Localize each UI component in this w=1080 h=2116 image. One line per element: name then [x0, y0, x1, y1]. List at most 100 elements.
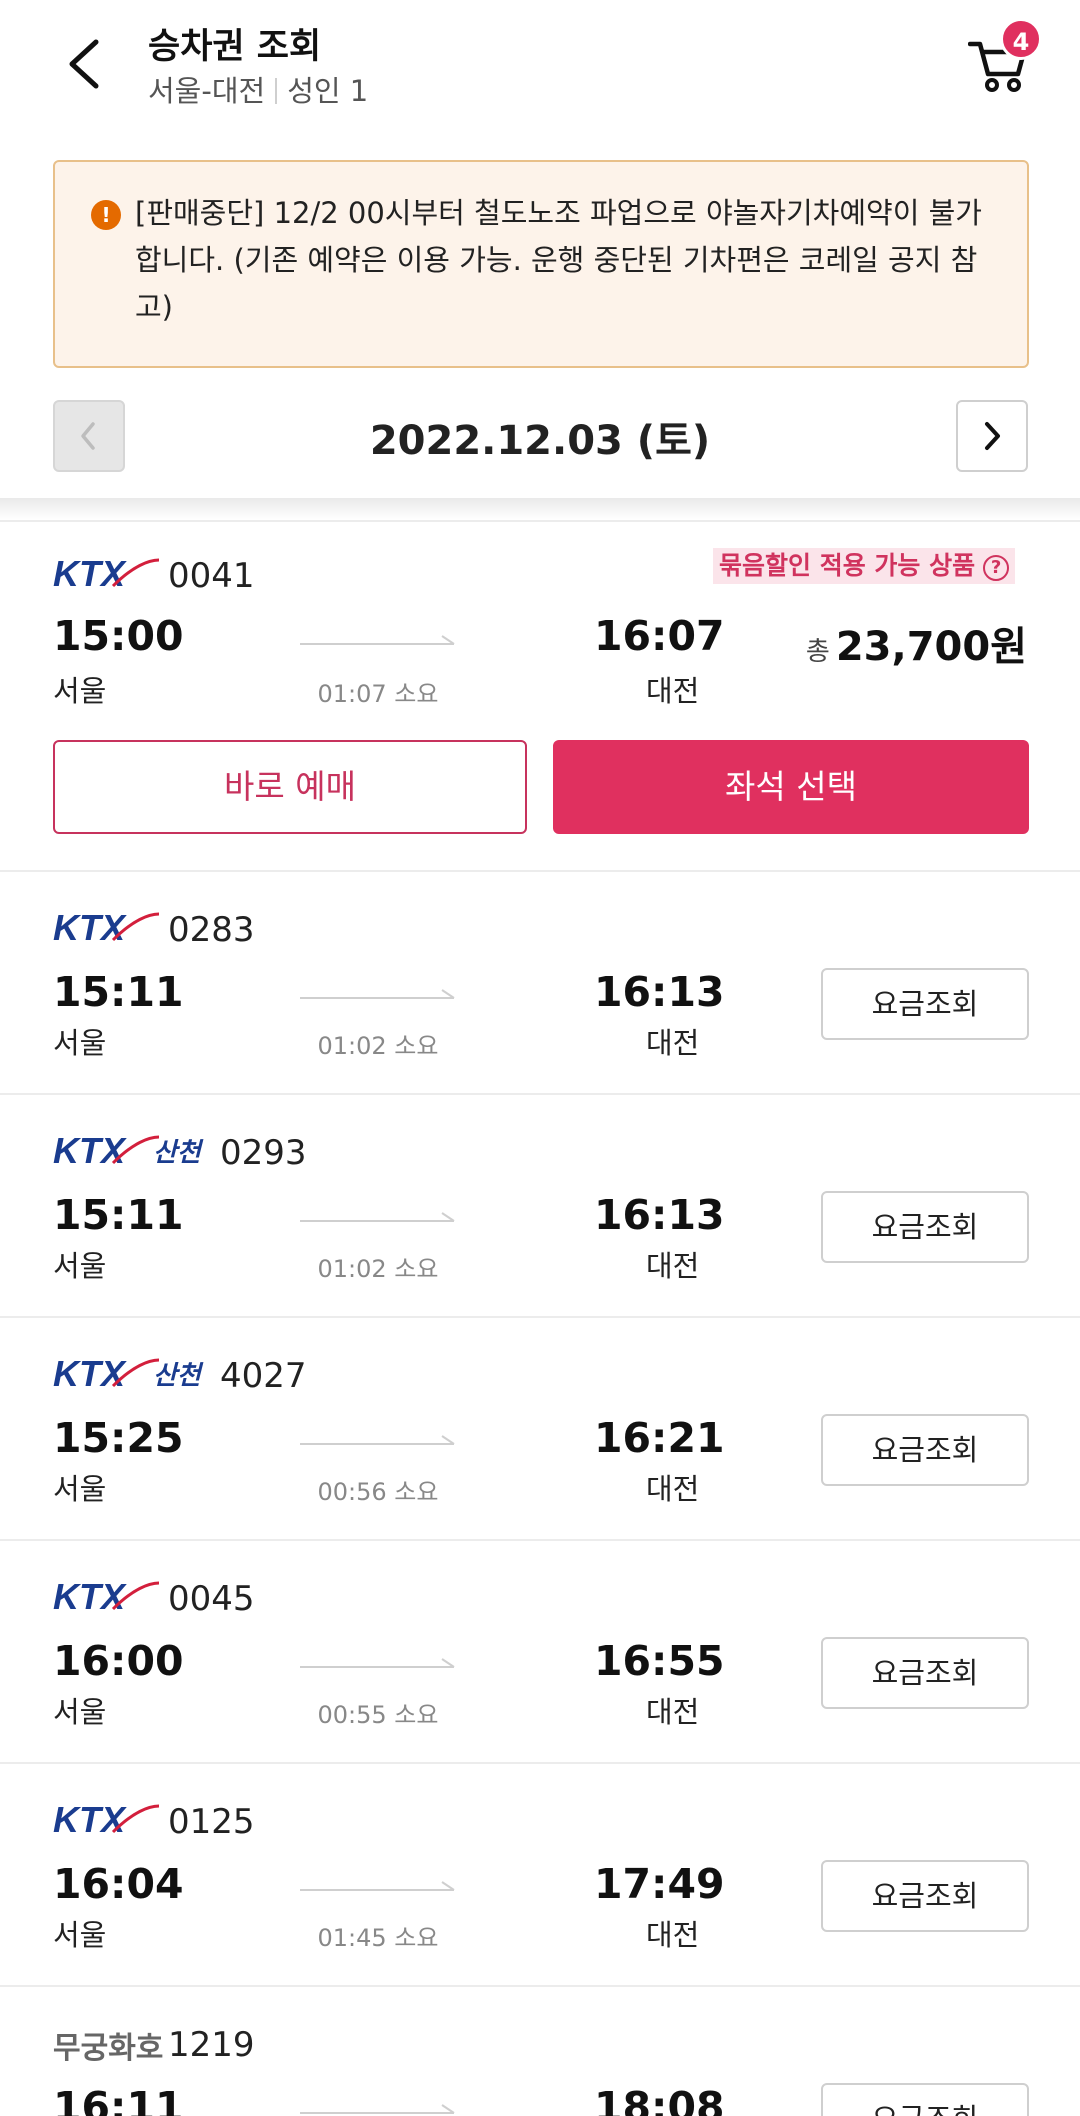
chevron-left-icon [69, 39, 99, 89]
logo-art: KTX [53, 1130, 127, 1171]
ktx-logo-icon: KTX [53, 1576, 160, 1617]
train-row[interactable]: KTX 0283 15:11 서울 01:02 소요 16:13 대전 요금조회 [0, 870, 1080, 1093]
train-row[interactable]: KTX 산천 0293 15:11 서울 01:02 소요 16:13 대전 요… [0, 1093, 1080, 1316]
select-seat-button[interactable]: 좌석 선택 [553, 740, 1029, 834]
fare-inquiry-button[interactable]: 요금조회 [821, 1191, 1029, 1263]
divider [0, 498, 1080, 520]
arrival-time: 18:08 [594, 2083, 725, 2116]
train-number: 0125 [168, 1802, 255, 1842]
logo-art: KTX [53, 1799, 127, 1840]
arrival-station: 대전 [646, 1918, 700, 1952]
ktx-logo-icon: KTX [53, 907, 160, 948]
logo-art: 산천 [153, 1138, 204, 1168]
discount-label: 묶음할인 적용 가능 상품 [719, 551, 976, 580]
ktx-logo: KTX [53, 906, 163, 948]
info-icon: ! [91, 200, 121, 230]
departure-station: 서울 [53, 1249, 107, 1283]
fare-inquiry-button[interactable]: 요금조회 [821, 2083, 1029, 2116]
fare-inquiry-button[interactable]: 요금조회 [821, 1414, 1029, 1486]
arrow-right-icon [300, 1435, 455, 1445]
divider [275, 78, 278, 104]
back-button[interactable] [58, 34, 114, 94]
arrow-right-icon [300, 2104, 455, 2114]
ktx-logo: KTX [53, 1575, 163, 1617]
train-row[interactable]: KTX 0045 16:00 서울 00:55 소요 16:55 대전 요금조회 [0, 1539, 1080, 1762]
train-number: 0041 [168, 556, 255, 596]
price-prefix: 총 [805, 637, 830, 667]
ktx-sancheon-logo: KTX 산천 [53, 1129, 213, 1171]
top-bar: 승차권 조회 서울-대전 성인 1 4 [0, 0, 1080, 140]
departure-time: 16:11 [53, 2083, 184, 2116]
fare-inquiry-button[interactable]: 요금조회 [821, 1860, 1029, 1932]
arrival-station: 대전 [646, 674, 700, 708]
ktx-logo-icon: KTX [53, 1799, 160, 1840]
chevron-right-icon [985, 422, 1000, 450]
arrow-right-icon [300, 1658, 455, 1668]
arrival-time: 17:49 [594, 1860, 725, 1908]
arrival-time: 16:13 [594, 1191, 725, 1239]
train-row[interactable]: 무궁화호 1219 16:11 18:08 요금조회 [0, 1985, 1080, 2116]
sales-suspension-notice: ! [판매중단] 12/2 00시부터 철도노조 파업으로 야놀자기차예약이 불… [53, 160, 1029, 368]
travel-duration: 00:55 소요 [317, 1701, 439, 1729]
logo-art: KTX [53, 553, 127, 594]
arrow-right-icon [300, 989, 455, 999]
travel-duration: 01:07 소요 [317, 680, 439, 708]
arrow-right-icon [300, 1881, 455, 1891]
arrival-station: 대전 [646, 1695, 700, 1729]
arrow-right-icon [300, 1212, 455, 1222]
train-number: 0293 [220, 1133, 307, 1173]
arrival-time: 16:21 [594, 1414, 725, 1462]
arrival-time: 16:07 [594, 612, 725, 660]
bundle-discount-badge[interactable]: 묶음할인 적용 가능 상품? [713, 548, 1016, 584]
total-price: 총 23,700원 [806, 614, 1027, 672]
train-number: 0283 [168, 910, 255, 950]
ktx-logo: KTX [53, 1798, 163, 1840]
logo-art: KTX [53, 907, 127, 948]
fare-inquiry-button[interactable]: 요금조회 [821, 1637, 1029, 1709]
ktx-logo-icon: KTX [53, 553, 160, 594]
travel-duration: 01:02 소요 [317, 1032, 439, 1060]
departure-time: 16:00 [53, 1637, 184, 1685]
arrow-right-icon [300, 635, 455, 645]
travel-duration: 01:02 소요 [317, 1255, 439, 1283]
page-title: 승차권 조회 [148, 27, 322, 67]
book-now-button[interactable]: 바로 예매 [53, 740, 527, 834]
help-icon[interactable]: ? [983, 555, 1010, 581]
ktx-sancheon-logo: KTX 산천 [53, 1352, 213, 1394]
train-row[interactable]: KTX 0125 16:04 서울 01:45 소요 17:49 대전 요금조회 [0, 1762, 1080, 1985]
arrival-station: 대전 [646, 1249, 700, 1283]
fare-inquiry-button[interactable]: 요금조회 [821, 968, 1029, 1040]
logo-art: 산천 [153, 1361, 204, 1391]
departure-time: 16:04 [53, 1860, 184, 1908]
selected-date: 2022.12.03 (토) [369, 418, 711, 464]
mugunghwa-logo: 무궁화호 [53, 2031, 164, 2066]
arrival-station: 대전 [646, 1026, 700, 1060]
arrival-time: 16:13 [594, 968, 725, 1016]
travel-duration: 01:45 소요 [317, 1924, 439, 1952]
departure-time: 15:11 [53, 968, 184, 1016]
train-number: 0045 [168, 1579, 255, 1619]
departure-station: 서울 [53, 1472, 107, 1506]
logo-art: KTX [53, 1353, 127, 1394]
price-amount: 23,700원 [835, 624, 1027, 670]
departure-station: 서울 [53, 674, 107, 708]
arrival-station: 대전 [646, 1472, 700, 1506]
train-number: 4027 [220, 1356, 307, 1396]
search-summary: 서울-대전 성인 1 [148, 68, 368, 110]
train-number: 1219 [168, 2025, 255, 2065]
departure-station: 서울 [53, 1695, 107, 1729]
departure-station: 서울 [53, 1918, 107, 1952]
train-row[interactable]: KTX 산천 4027 15:25 서울 00:56 소요 16:21 대전 요… [0, 1316, 1080, 1539]
logo-art: KTX [53, 1576, 127, 1617]
ktx-sancheon-logo-icon: KTX 산천 [53, 1353, 204, 1394]
ktx-sancheon-logo-icon: KTX 산천 [53, 1130, 204, 1171]
notice-text: [판매중단] 12/2 00시부터 철도노조 파업으로 야놀자기차예약이 불가합… [135, 196, 982, 324]
departure-time: 15:00 [53, 612, 184, 660]
departure-station: 서울 [53, 1026, 107, 1060]
route-label: 서울-대전 [148, 74, 266, 108]
cart-count-badge: 4 [1000, 18, 1042, 60]
departure-time: 15:11 [53, 1191, 184, 1239]
passenger-label: 성인 1 [287, 74, 369, 108]
train-card-expanded[interactable]: KTX 0041 묶음할인 적용 가능 상품? 15:00 서울 01:07 소… [0, 520, 1080, 870]
next-date-button[interactable] [956, 400, 1028, 472]
